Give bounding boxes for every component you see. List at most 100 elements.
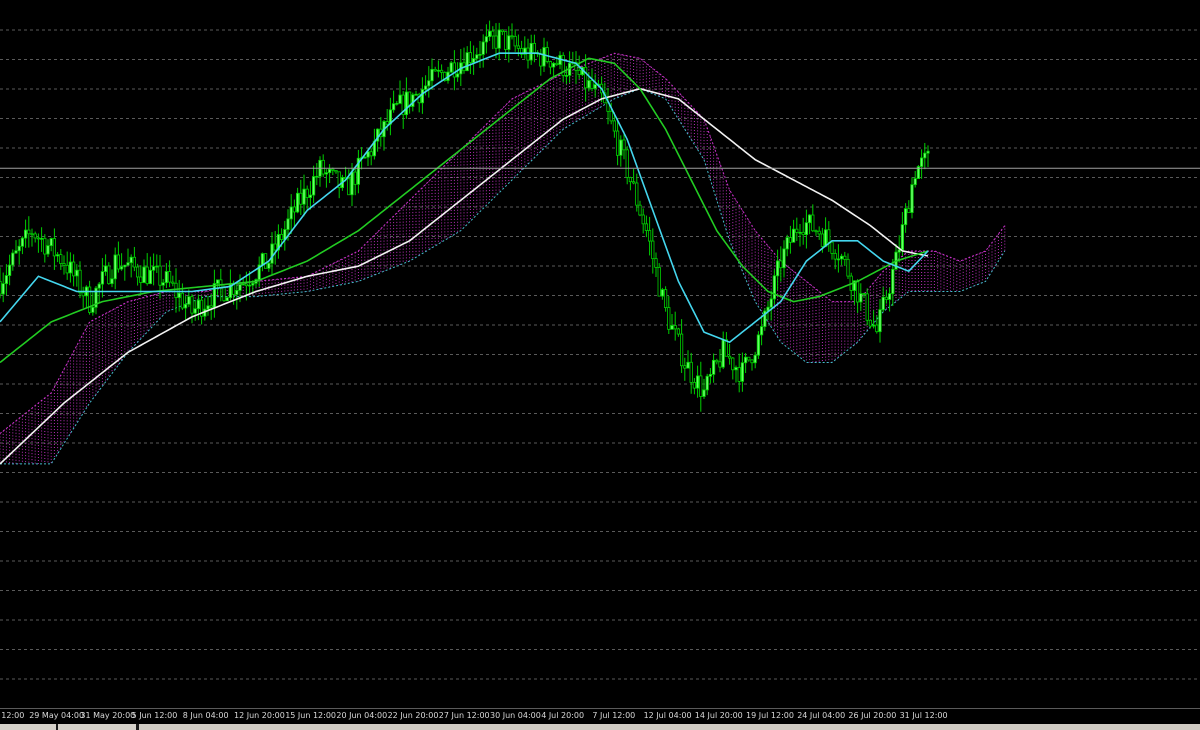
candle-body [273, 243, 277, 251]
time-tick-label: 22 Jun 20:00 [387, 711, 439, 720]
candle-body [72, 261, 76, 277]
candle-body [744, 356, 748, 364]
candle-body [526, 47, 530, 61]
candle-body [65, 264, 69, 274]
candle-body [4, 275, 8, 285]
tab-middle[interactable] [58, 724, 136, 730]
candle-body [334, 169, 338, 173]
candle-body [859, 293, 863, 303]
candle-body [638, 204, 642, 216]
candle-body [279, 234, 284, 240]
candle-body [436, 69, 441, 72]
candle-body [673, 325, 677, 330]
candle-body [104, 265, 108, 273]
candle-body [126, 262, 130, 266]
candle-body [779, 260, 783, 269]
candle-body [564, 74, 569, 77]
candle-body [20, 237, 25, 247]
candle-body [145, 266, 149, 285]
candle-body [587, 80, 591, 89]
candle-body [465, 52, 469, 72]
candle-body [920, 157, 924, 167]
candle-body [872, 324, 876, 327]
candle-body [628, 177, 633, 183]
candle-body [481, 41, 485, 55]
candle-body [151, 266, 156, 271]
candle-body [414, 93, 418, 96]
time-tick-label: 7 Jul 12:00 [592, 711, 636, 720]
candle-body [875, 324, 879, 333]
candle-body [667, 307, 671, 330]
candle-body [539, 53, 543, 67]
candle-body [209, 305, 213, 308]
candle-body [542, 47, 546, 67]
candle-body [737, 367, 741, 382]
candle-body [510, 35, 514, 38]
tab-left[interactable] [0, 724, 56, 730]
candle-body [760, 326, 764, 336]
candle-body [155, 265, 159, 268]
candle-body [913, 178, 917, 186]
candle-body [811, 214, 815, 232]
candle-body [500, 29, 505, 32]
candle-body [321, 159, 325, 175]
candle-body [676, 328, 681, 335]
time-axis: y 12:00 29 May 04:0031 May 20:005 Jun 12:… [0, 708, 1200, 725]
candle-body [635, 182, 639, 206]
candle-body [750, 359, 754, 364]
price-chart[interactable] [0, 0, 1200, 708]
candle-body [289, 206, 293, 220]
candle-body [295, 192, 300, 213]
time-tick-label: 31 Jul 12:00 [899, 711, 948, 720]
candle-body [36, 237, 41, 240]
candle-body [776, 260, 780, 277]
candle-body [190, 296, 194, 314]
cloud-span-a [0, 52, 1006, 434]
time-tick-label: 20 Jun 04:00 [336, 711, 388, 720]
time-tick-label: 15 Jun 12:00 [285, 711, 337, 720]
candle-body [552, 62, 556, 68]
candle-body [212, 283, 216, 308]
candle-body [516, 45, 521, 49]
candle-body [721, 339, 725, 368]
candle-body [756, 334, 761, 356]
candle-body [430, 68, 434, 82]
candle-body [23, 229, 28, 239]
candle-body [478, 53, 482, 56]
candle-body [475, 54, 479, 59]
candle-body [148, 269, 152, 285]
candle-body [891, 268, 895, 295]
candle-body [769, 298, 773, 308]
candle-body [75, 269, 79, 277]
candle-body [123, 264, 127, 268]
candle-body [363, 156, 367, 159]
candle-body [664, 289, 668, 308]
candle-body [14, 250, 18, 254]
candle-body [347, 178, 351, 196]
candle-body [622, 139, 626, 151]
candle-body [503, 31, 508, 50]
candle-body [590, 80, 594, 89]
ma-slow-line [0, 87, 929, 465]
candle-body [740, 362, 745, 382]
candle-body [897, 249, 901, 253]
candle-body [222, 287, 226, 302]
candle-body [167, 271, 172, 283]
candle-body [555, 62, 559, 65]
candle-body [632, 181, 636, 184]
candle-body [142, 266, 146, 283]
candle-body [433, 68, 437, 72]
candle-body [881, 296, 885, 311]
tab-right[interactable] [139, 724, 1200, 730]
candlesticks [0, 20, 930, 412]
candle-body [798, 231, 802, 234]
candle-body [817, 230, 821, 235]
candle-body [196, 299, 200, 310]
candle-body [734, 367, 738, 371]
candle-body [884, 296, 889, 300]
candle-body [644, 223, 649, 231]
candle-body [868, 319, 873, 327]
candle-body [110, 278, 114, 285]
candle-body [708, 373, 713, 377]
candle-body [513, 35, 517, 47]
